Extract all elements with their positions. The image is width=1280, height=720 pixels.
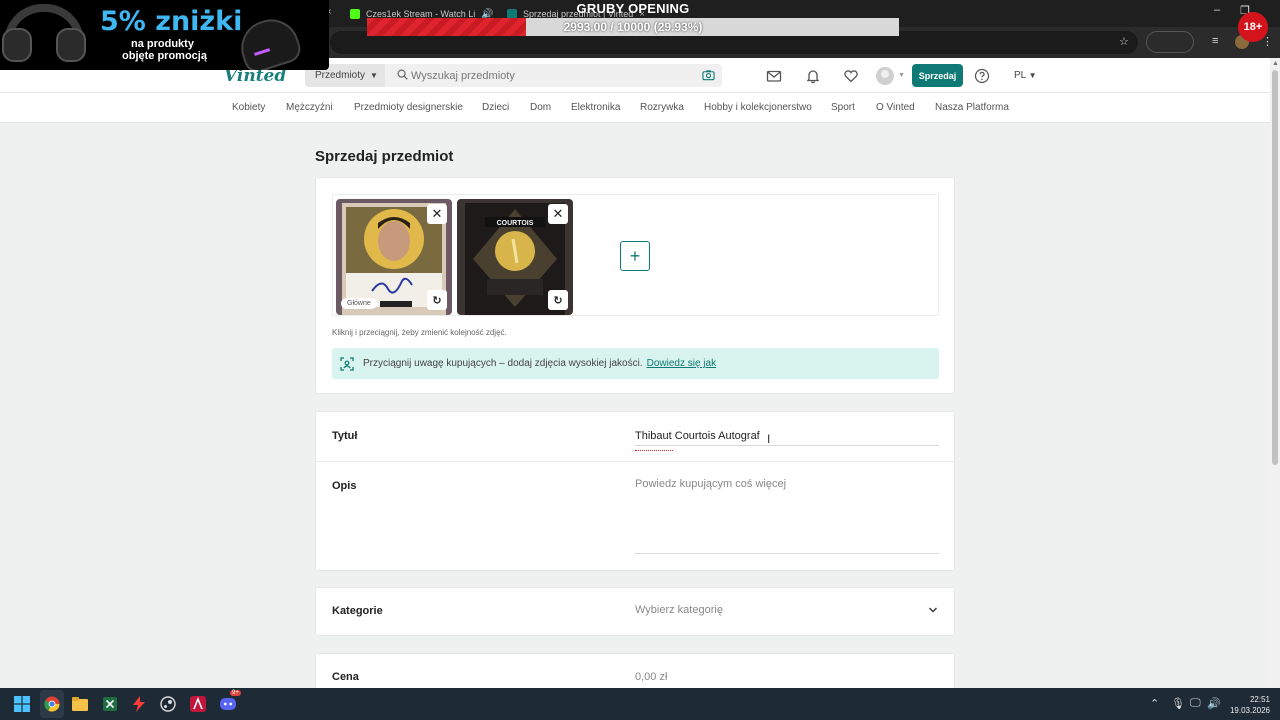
nav-mezczyzni[interactable]: Mężczyźni [286, 102, 333, 113]
chevron-down-icon[interactable] [928, 605, 938, 615]
windows-start-icon[interactable] [12, 694, 32, 714]
goal-title: GRUBY OPENING [576, 1, 690, 16]
focus-frame-icon [340, 356, 354, 371]
clock-time: 22:51 [1249, 695, 1270, 704]
caret-down-icon: ▼ [1028, 71, 1037, 80]
nav-rozrywka[interactable]: Rozrywka [640, 102, 684, 113]
help-question-icon[interactable] [974, 68, 990, 84]
excel-icon[interactable] [100, 694, 120, 714]
price-label: Cena [332, 671, 359, 683]
description-textarea[interactable] [635, 478, 939, 554]
category-label: Kategorie [332, 605, 383, 617]
caret-down-icon: ▼ [370, 71, 378, 80]
photo-thumbnail[interactable]: COURTOIS ✕ ↻ [457, 199, 573, 315]
vpn-app-icon[interactable] [188, 694, 208, 714]
ad-headline: 5% zniżki [100, 6, 243, 37]
volume-icon[interactable]: 🔊 [1207, 697, 1221, 710]
user-avatar[interactable] [876, 67, 894, 85]
headset-cup-image [2, 28, 32, 62]
remove-photo-icon[interactable]: ✕ [548, 204, 568, 224]
rotate-photo-icon[interactable]: ↻ [427, 290, 447, 310]
nav-dzieci[interactable]: Dzieci [482, 102, 509, 113]
search-input[interactable] [411, 64, 701, 87]
goal-progress-bar: 2993.00 / 10000 (29.93%) [367, 18, 899, 36]
title-label: Tytuł [332, 430, 358, 442]
nav-hobby[interactable]: Hobby i kolekcjonerstwo [704, 102, 812, 113]
stream-goal-overlay: GRUBY OPENING 2993.00 / 10000 (29.93%) [367, 0, 899, 38]
search-icon [397, 69, 408, 80]
learn-more-link[interactable]: Dowiedz się jak [647, 358, 716, 369]
category-select[interactable] [635, 600, 939, 620]
goal-progress-text: 2993.00 / 10000 (29.93%) [563, 20, 703, 34]
reorder-hint: Kliknij i przeciągnij, żeby zmienić kole… [332, 328, 507, 337]
scrollbar-thumb[interactable] [1272, 70, 1278, 465]
age-rating-badge: 18+ [1238, 12, 1268, 42]
category-nav: Kobiety Mężczyźni Przedmioty designerski… [0, 93, 1270, 123]
chrome-icon[interactable] [42, 694, 62, 714]
rotate-photo-icon[interactable]: ↻ [548, 290, 568, 310]
camera-search-icon[interactable] [702, 69, 715, 81]
remove-photo-icon[interactable]: ✕ [427, 204, 447, 224]
promo-ad-overlay: 5% zniżki na produkty objęte promocją [0, 0, 329, 70]
nav-nasza-platforma[interactable]: Nasza Platforma [935, 102, 1009, 113]
nav-kobiety[interactable]: Kobiety [232, 102, 265, 113]
sell-button[interactable]: Sprzedaj [912, 64, 963, 87]
tray-chevron-icon[interactable]: ⌃ [1150, 697, 1159, 710]
discord-icon[interactable]: 9+ [218, 690, 241, 714]
system-clock[interactable]: 22:51 19.03.2026 [1228, 694, 1270, 716]
divider [316, 461, 954, 462]
steam-icon[interactable] [158, 694, 178, 714]
avatar-caret-icon[interactable]: ▼ [898, 72, 905, 79]
category-card: Kategorie [315, 587, 955, 636]
photo-upload-area[interactable]: ✕ ↻ Główne COURTOIS ✕ ↻ + [332, 194, 939, 316]
tip-text: Przyciągnij uwagę kupujących – dodaj zdj… [363, 358, 643, 369]
main-photo-badge: Główne [341, 298, 377, 309]
nav-o-vinted[interactable]: O Vinted [876, 102, 915, 113]
ad-line-2: objęte promocją [122, 50, 207, 62]
ad-line-1: na produkty [131, 38, 194, 50]
lightning-app-icon[interactable] [129, 694, 149, 714]
microphone-icon[interactable]: 🎙 [1171, 697, 1185, 710]
network-icon[interactable]: 🖵 [1190, 697, 1201, 710]
scroll-up-icon[interactable]: ▲ [1272, 60, 1279, 67]
text-cursor-icon: I [767, 432, 771, 446]
nav-dom[interactable]: Dom [530, 102, 551, 113]
headset-cup-image [56, 28, 86, 62]
description-label: Opis [332, 480, 357, 492]
photo-thumbnail[interactable]: ✕ ↻ Główne [336, 199, 452, 315]
title-input[interactable] [635, 426, 939, 446]
price-input[interactable] [635, 667, 939, 687]
kick-favicon-icon [350, 9, 360, 19]
extensions-area[interactable] [1146, 31, 1194, 53]
search-category-label: Przedmioty [315, 70, 366, 81]
minimize-icon[interactable]: – [1214, 4, 1220, 17]
photos-card: ✕ ↻ Główne COURTOIS ✕ ↻ + Kliknij i prze… [315, 177, 955, 394]
add-photo-button[interactable]: + [620, 241, 650, 271]
windows-taskbar: 9+ ⌃ 🎙 🖵 🔊 22:51 19.03.2026 [0, 688, 1280, 720]
file-explorer-icon[interactable] [70, 694, 90, 714]
nav-elektronika[interactable]: Elektronika [571, 102, 620, 113]
language-label: PL [1014, 70, 1026, 81]
price-card: Cena [315, 653, 955, 693]
language-selector[interactable]: PL ▼ [1014, 70, 1037, 81]
photo-quality-tip: Przyciągnij uwagę kupujących – dodaj zdj… [332, 348, 939, 379]
nav-designer[interactable]: Przedmioty designerskie [354, 102, 463, 113]
clock-date: 19.03.2026 [1229, 706, 1270, 715]
photo-caption: COURTOIS [497, 220, 534, 227]
favorites-heart-icon[interactable] [843, 68, 859, 84]
gaming-mouse-image [234, 12, 304, 70]
search-bar: Przedmioty ▼ [305, 64, 722, 87]
details-card: Tytuł I Opis [315, 411, 955, 571]
inbox-mail-icon[interactable] [766, 68, 782, 84]
spellcheck-underline [635, 449, 673, 451]
nav-sport[interactable]: Sport [831, 102, 855, 113]
page-title: Sprzedaj przedmiot [315, 148, 454, 165]
page-scrollbar[interactable]: ▲ [1270, 58, 1280, 688]
media-control-icon[interactable]: ≡ [1212, 35, 1218, 47]
bookmark-star-icon[interactable]: ☆ [1119, 35, 1129, 48]
notifications-bell-icon[interactable] [805, 68, 821, 84]
discord-badge: 9+ [230, 690, 241, 696]
